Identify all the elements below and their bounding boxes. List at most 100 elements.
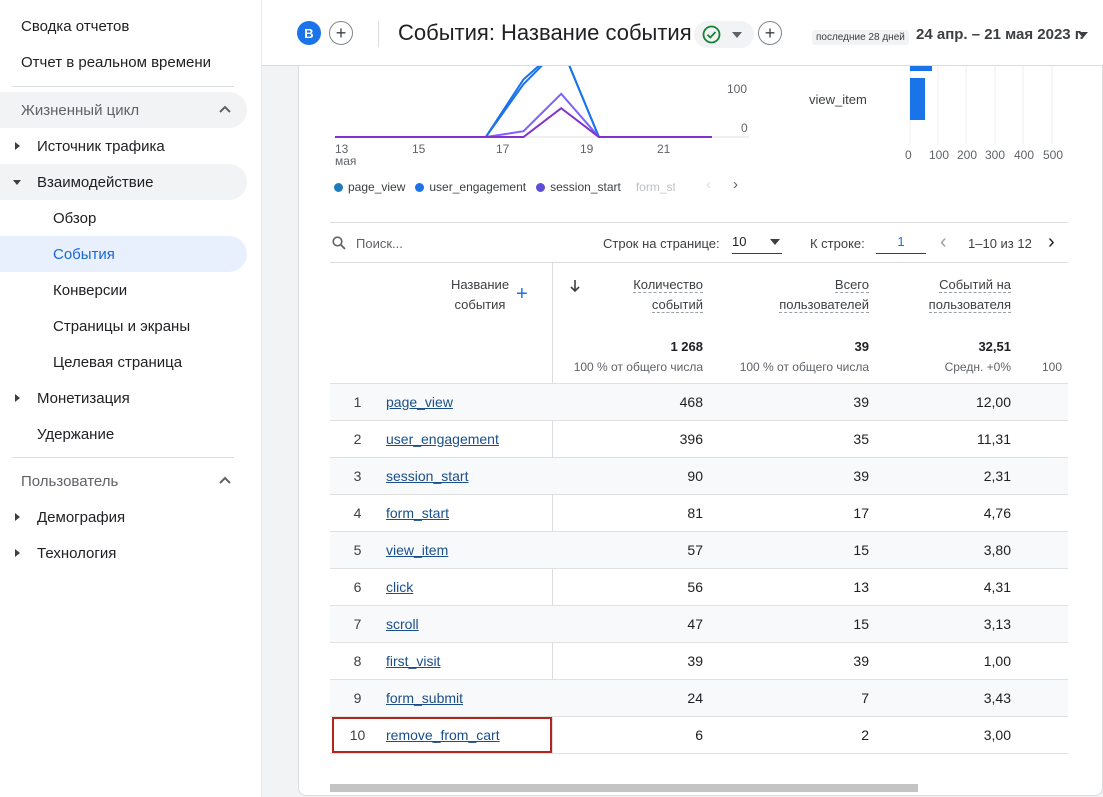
table-header: Название события + Количество событий Вс… <box>330 262 1068 383</box>
sidebar-item-traffic-source[interactable]: Источник трафика <box>0 128 247 164</box>
events-over-time-chart <box>335 66 1053 144</box>
header-line: событий <box>651 297 703 313</box>
sidebar-item-pages-screens[interactable]: Страницы и экраны <box>0 308 247 344</box>
header-line: Всего <box>834 277 869 293</box>
search-icon <box>332 236 346 250</box>
header-divider <box>378 21 379 47</box>
goto-row-input[interactable]: 1 <box>876 234 926 254</box>
column-header-events-per-user[interactable]: Событий на пользователя <box>900 275 1011 315</box>
event-name-link[interactable]: page_view <box>386 394 453 410</box>
total-users-cell: 35 <box>853 431 869 447</box>
series-line-form-start <box>335 106 712 138</box>
event-count-cell: 396 <box>679 431 703 447</box>
event-name-link[interactable]: scroll <box>386 616 419 632</box>
event-count-cell: 90 <box>687 468 703 484</box>
total-event-count: 1 268 <box>670 339 703 354</box>
sidebar-section-lifecycle[interactable]: Жизненный цикл <box>0 92 247 128</box>
report-card: 100 0 13 мая 15 17 19 21 view_item 0 100… <box>298 66 1103 796</box>
add-button[interactable]: + <box>758 21 782 45</box>
event-name-link[interactable]: click <box>386 579 413 595</box>
row-number: 3 <box>353 468 362 484</box>
sidebar-item-engagement[interactable]: Взаимодействие <box>0 164 247 200</box>
sidebar-section-label: Жизненный цикл <box>21 101 140 119</box>
sidebar-item-events[interactable]: События <box>0 236 247 272</box>
event-count-cell: 24 <box>687 690 703 706</box>
sidebar-divider <box>12 86 234 87</box>
sidebar-item-landing-page[interactable]: Целевая страница <box>0 344 247 380</box>
legend-next-button[interactable]: › <box>733 176 738 193</box>
legend-item-user-engagement[interactable]: user_engagement <box>415 180 526 194</box>
event-name-link[interactable]: session_start <box>386 468 468 484</box>
chevron-up-icon <box>219 476 231 484</box>
column-header-total-users[interactable]: Всего пользователей <box>750 275 869 315</box>
events-per-user-cell: 4,31 <box>983 579 1011 595</box>
horizontal-scrollbar[interactable] <box>330 784 918 792</box>
next-page-button[interactable]: › <box>1048 231 1055 254</box>
date-range-picker[interactable]: 24 апр. – 21 мая 2023 г. <box>916 26 1084 43</box>
event-name-link[interactable]: form_submit <box>386 690 463 706</box>
x-tick-label: 21 <box>657 142 671 156</box>
column-header-event-count[interactable]: Количество событий <box>610 275 703 315</box>
add-comparison-button[interactable]: + <box>329 21 353 45</box>
table-row: 4 form_start 81 17 4,76 <box>330 494 1068 531</box>
sidebar-item-demographics[interactable]: Демография <box>0 499 247 535</box>
legend-item-form-start[interactable]: form_st <box>631 180 675 194</box>
event-count-cell: 39 <box>687 653 703 669</box>
event-count-cell: 57 <box>687 542 703 558</box>
total-users-cell: 2 <box>861 727 869 743</box>
legend-item-page-view[interactable]: page_view <box>334 180 405 194</box>
legend-prev-button[interactable]: ‹ <box>706 176 711 193</box>
sidebar-item-overview[interactable]: Обзор <box>0 200 247 236</box>
sidebar-item-retention[interactable]: Удержание <box>0 416 247 452</box>
sidebar-item-label: Демография <box>37 508 126 526</box>
sidebar-link-realtime[interactable]: Отчет в реальном времени <box>21 54 211 71</box>
prev-page-button[interactable]: ‹ <box>940 231 947 254</box>
total-event-count-sub: 100 % от общего числа <box>573 360 703 374</box>
table-row: 10 remove_from_cart 6 2 3,00 <box>330 716 1068 753</box>
row-number: 7 <box>353 616 362 632</box>
report-status-dropdown[interactable] <box>694 21 754 48</box>
sidebar-item-conversions[interactable]: Конверсии <box>0 272 247 308</box>
events-per-user-cell: 4,76 <box>983 505 1011 521</box>
date-preset-label: последние 28 дней <box>812 30 909 45</box>
table-row: 5 view_item 57 15 3,80 <box>330 531 1068 568</box>
sidebar-divider <box>12 457 234 458</box>
caret-right-icon <box>15 549 20 557</box>
events-per-user-cell: 3,43 <box>983 690 1011 706</box>
sidebar-link-reports-snapshot[interactable]: Сводка отчетов <box>21 18 129 35</box>
add-dimension-plus-icon[interactable]: + <box>516 283 528 306</box>
events-per-user-cell: 3,80 <box>983 542 1011 558</box>
sidebar-item-label: Технология <box>37 544 117 562</box>
total-users-cell: 7 <box>861 690 869 706</box>
event-name-link[interactable]: view_item <box>386 542 448 558</box>
sidebar-item-technology[interactable]: Технология <box>0 535 247 571</box>
x-tick-sublabel: мая <box>335 154 357 168</box>
table-row: 3 session_start 90 39 2,31 <box>330 457 1068 494</box>
report-header: B + События: Название события + последни… <box>262 0 1103 66</box>
chart-legend: page_view user_engagement session_start … <box>334 180 675 194</box>
table-row: 2 user_engagement 396 35 11,31 <box>330 420 1068 457</box>
caret-down-icon[interactable] <box>1078 32 1088 38</box>
event-name-link[interactable]: user_engagement <box>386 431 499 447</box>
event-count-cell: 47 <box>687 616 703 632</box>
comparison-avatar[interactable]: B <box>297 21 321 45</box>
row-number: 1 <box>353 394 362 410</box>
x-tick-label: 19 <box>580 142 594 156</box>
sidebar-item-label: Монетизация <box>37 389 130 407</box>
rows-per-page-select[interactable]: 10 <box>732 234 782 254</box>
row-number: 6 <box>353 579 362 595</box>
search-input[interactable]: Поиск... <box>356 236 403 251</box>
sidebar-item-label: Взаимодействие <box>37 173 154 191</box>
event-name-link[interactable]: form_start <box>386 505 449 521</box>
event-name-link[interactable]: remove_from_cart <box>386 727 500 743</box>
legend-item-session-start[interactable]: session_start <box>536 180 621 194</box>
event-name-link[interactable]: first_visit <box>386 653 440 669</box>
sidebar-item-monetization[interactable]: Монетизация <box>0 380 247 416</box>
table-row: 8 first_visit 39 39 1,00 <box>330 642 1068 679</box>
arrow-down-icon[interactable] <box>569 279 581 293</box>
plus-icon: + <box>335 23 347 43</box>
table-row: 7 scroll 47 15 3,13 <box>330 605 1068 642</box>
sidebar-section-user[interactable]: Пользователь <box>0 463 247 499</box>
x-tick-label: 17 <box>496 142 510 156</box>
column-header-event-name[interactable]: Название события <box>430 275 530 315</box>
